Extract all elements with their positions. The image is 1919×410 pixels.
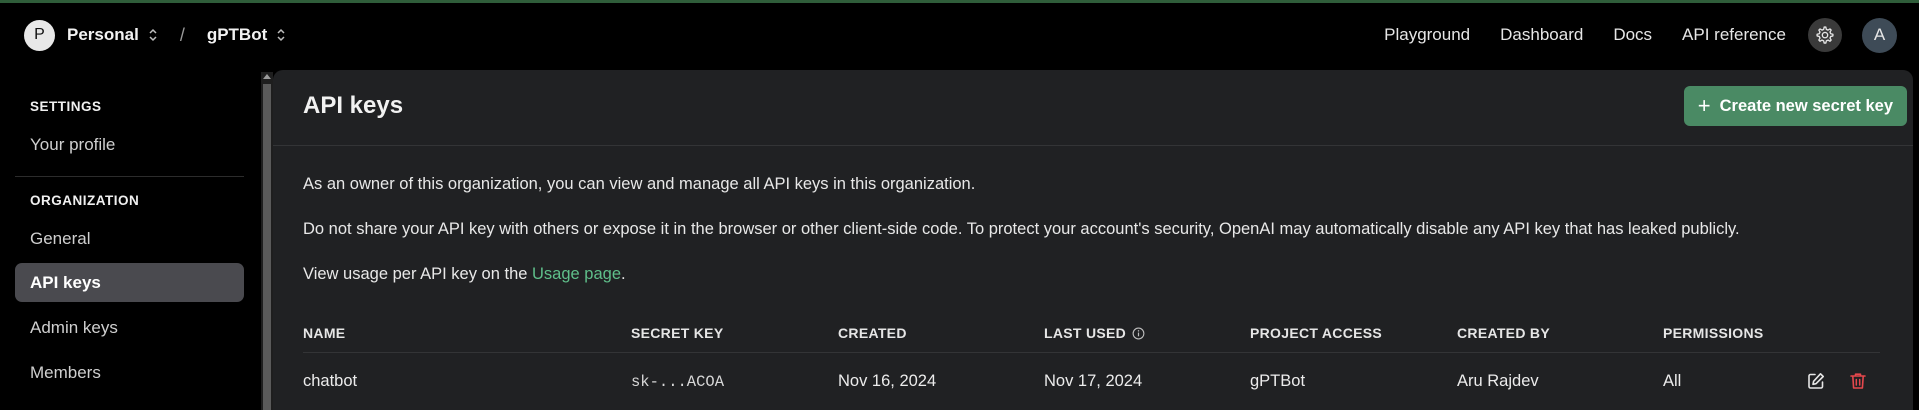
chevron-updown-icon bbox=[149, 28, 157, 42]
column-header-last-used-label: LAST USED bbox=[1044, 325, 1127, 341]
sidebar-item-members[interactable]: Members bbox=[15, 353, 244, 392]
column-header-created: CREATED bbox=[838, 325, 907, 341]
sidebar-heading-settings: SETTINGS bbox=[30, 99, 102, 114]
top-bar: P Personal / gPTBot Playground Dashboard… bbox=[0, 3, 1919, 67]
column-header-last-used: LAST USED bbox=[1044, 325, 1145, 341]
nav-playground[interactable]: Playground bbox=[1384, 25, 1470, 45]
sidebar-item-admin-keys[interactable]: Admin keys bbox=[15, 308, 244, 347]
key-permissions: All bbox=[1663, 372, 1682, 390]
key-created-by: Aru Rajdev bbox=[1457, 372, 1539, 390]
scrollbar-thumb[interactable] bbox=[263, 84, 271, 410]
security-notice: Do not share your API key with others or… bbox=[303, 220, 1740, 238]
key-name: chatbot bbox=[303, 372, 358, 390]
column-header-secret-key: SECRET KEY bbox=[631, 325, 724, 341]
key-last-used: Nov 17, 2024 bbox=[1044, 372, 1143, 390]
sidebar-item-general[interactable]: General bbox=[15, 219, 244, 258]
key-project-access: gPTBot bbox=[1250, 372, 1306, 390]
trash-icon bbox=[1850, 373, 1866, 389]
key-created: Nov 16, 2024 bbox=[838, 372, 937, 390]
org-switcher[interactable]: P Personal bbox=[24, 19, 158, 51]
org-avatar: P bbox=[24, 19, 55, 51]
column-header-project-access: PROJECT ACCESS bbox=[1250, 325, 1383, 341]
nav-api-reference[interactable]: API reference bbox=[1682, 25, 1786, 45]
column-header-name: NAME bbox=[303, 325, 346, 341]
info-icon[interactable] bbox=[1132, 327, 1145, 340]
api-keys-panel: API keys + Create new secret key As an o… bbox=[273, 70, 1913, 410]
user-avatar[interactable]: A bbox=[1862, 17, 1897, 53]
header-divider bbox=[273, 145, 1913, 146]
usage-notice-suffix: . bbox=[621, 265, 626, 283]
column-header-created-by: CREATED BY bbox=[1457, 325, 1550, 341]
usage-notice: View usage per API key on the Usage page… bbox=[303, 265, 626, 284]
sidebar: SETTINGS Your profile ORGANIZATION Gener… bbox=[0, 67, 262, 410]
edit-key-button[interactable] bbox=[1804, 369, 1828, 393]
sidebar-item-api-keys[interactable]: API keys bbox=[15, 263, 244, 302]
key-secret: sk-...ACOA bbox=[631, 373, 725, 391]
delete-key-button[interactable] bbox=[1846, 369, 1870, 393]
org-name: Personal bbox=[67, 25, 139, 44]
top-nav: Playground Dashboard Docs API reference … bbox=[1384, 3, 1919, 67]
plus-icon: + bbox=[1697, 93, 1711, 118]
chevron-updown-icon bbox=[277, 28, 285, 42]
usage-page-link[interactable]: Usage page bbox=[532, 265, 621, 283]
breadcrumb-separator: / bbox=[179, 24, 185, 45]
edit-icon bbox=[1808, 373, 1824, 389]
sidebar-item-your-profile[interactable]: Your profile bbox=[15, 125, 244, 164]
nav-docs[interactable]: Docs bbox=[1613, 25, 1652, 45]
gear-icon bbox=[1816, 26, 1834, 44]
create-secret-key-button[interactable]: + Create new secret key bbox=[1683, 86, 1907, 126]
project-switcher[interactable]: gPTBot bbox=[207, 25, 286, 45]
create-secret-key-label: Create new secret key bbox=[1719, 96, 1893, 115]
column-header-permissions: PERMISSIONS bbox=[1663, 325, 1764, 341]
usage-notice-prefix: View usage per API key on the bbox=[303, 265, 533, 283]
page-title: API keys bbox=[303, 92, 404, 119]
nav-dashboard[interactable]: Dashboard bbox=[1500, 25, 1583, 45]
table-header-divider bbox=[303, 352, 1880, 353]
sidebar-divider bbox=[15, 176, 244, 177]
sidebar-scrollbar[interactable] bbox=[261, 72, 273, 410]
owner-notice: As an owner of this organization, you ca… bbox=[303, 175, 976, 193]
scroll-up-arrow-icon[interactable] bbox=[263, 74, 271, 79]
settings-button[interactable] bbox=[1808, 18, 1842, 52]
project-name: gPTBot bbox=[206, 25, 268, 44]
sidebar-heading-organization: ORGANIZATION bbox=[30, 193, 140, 208]
